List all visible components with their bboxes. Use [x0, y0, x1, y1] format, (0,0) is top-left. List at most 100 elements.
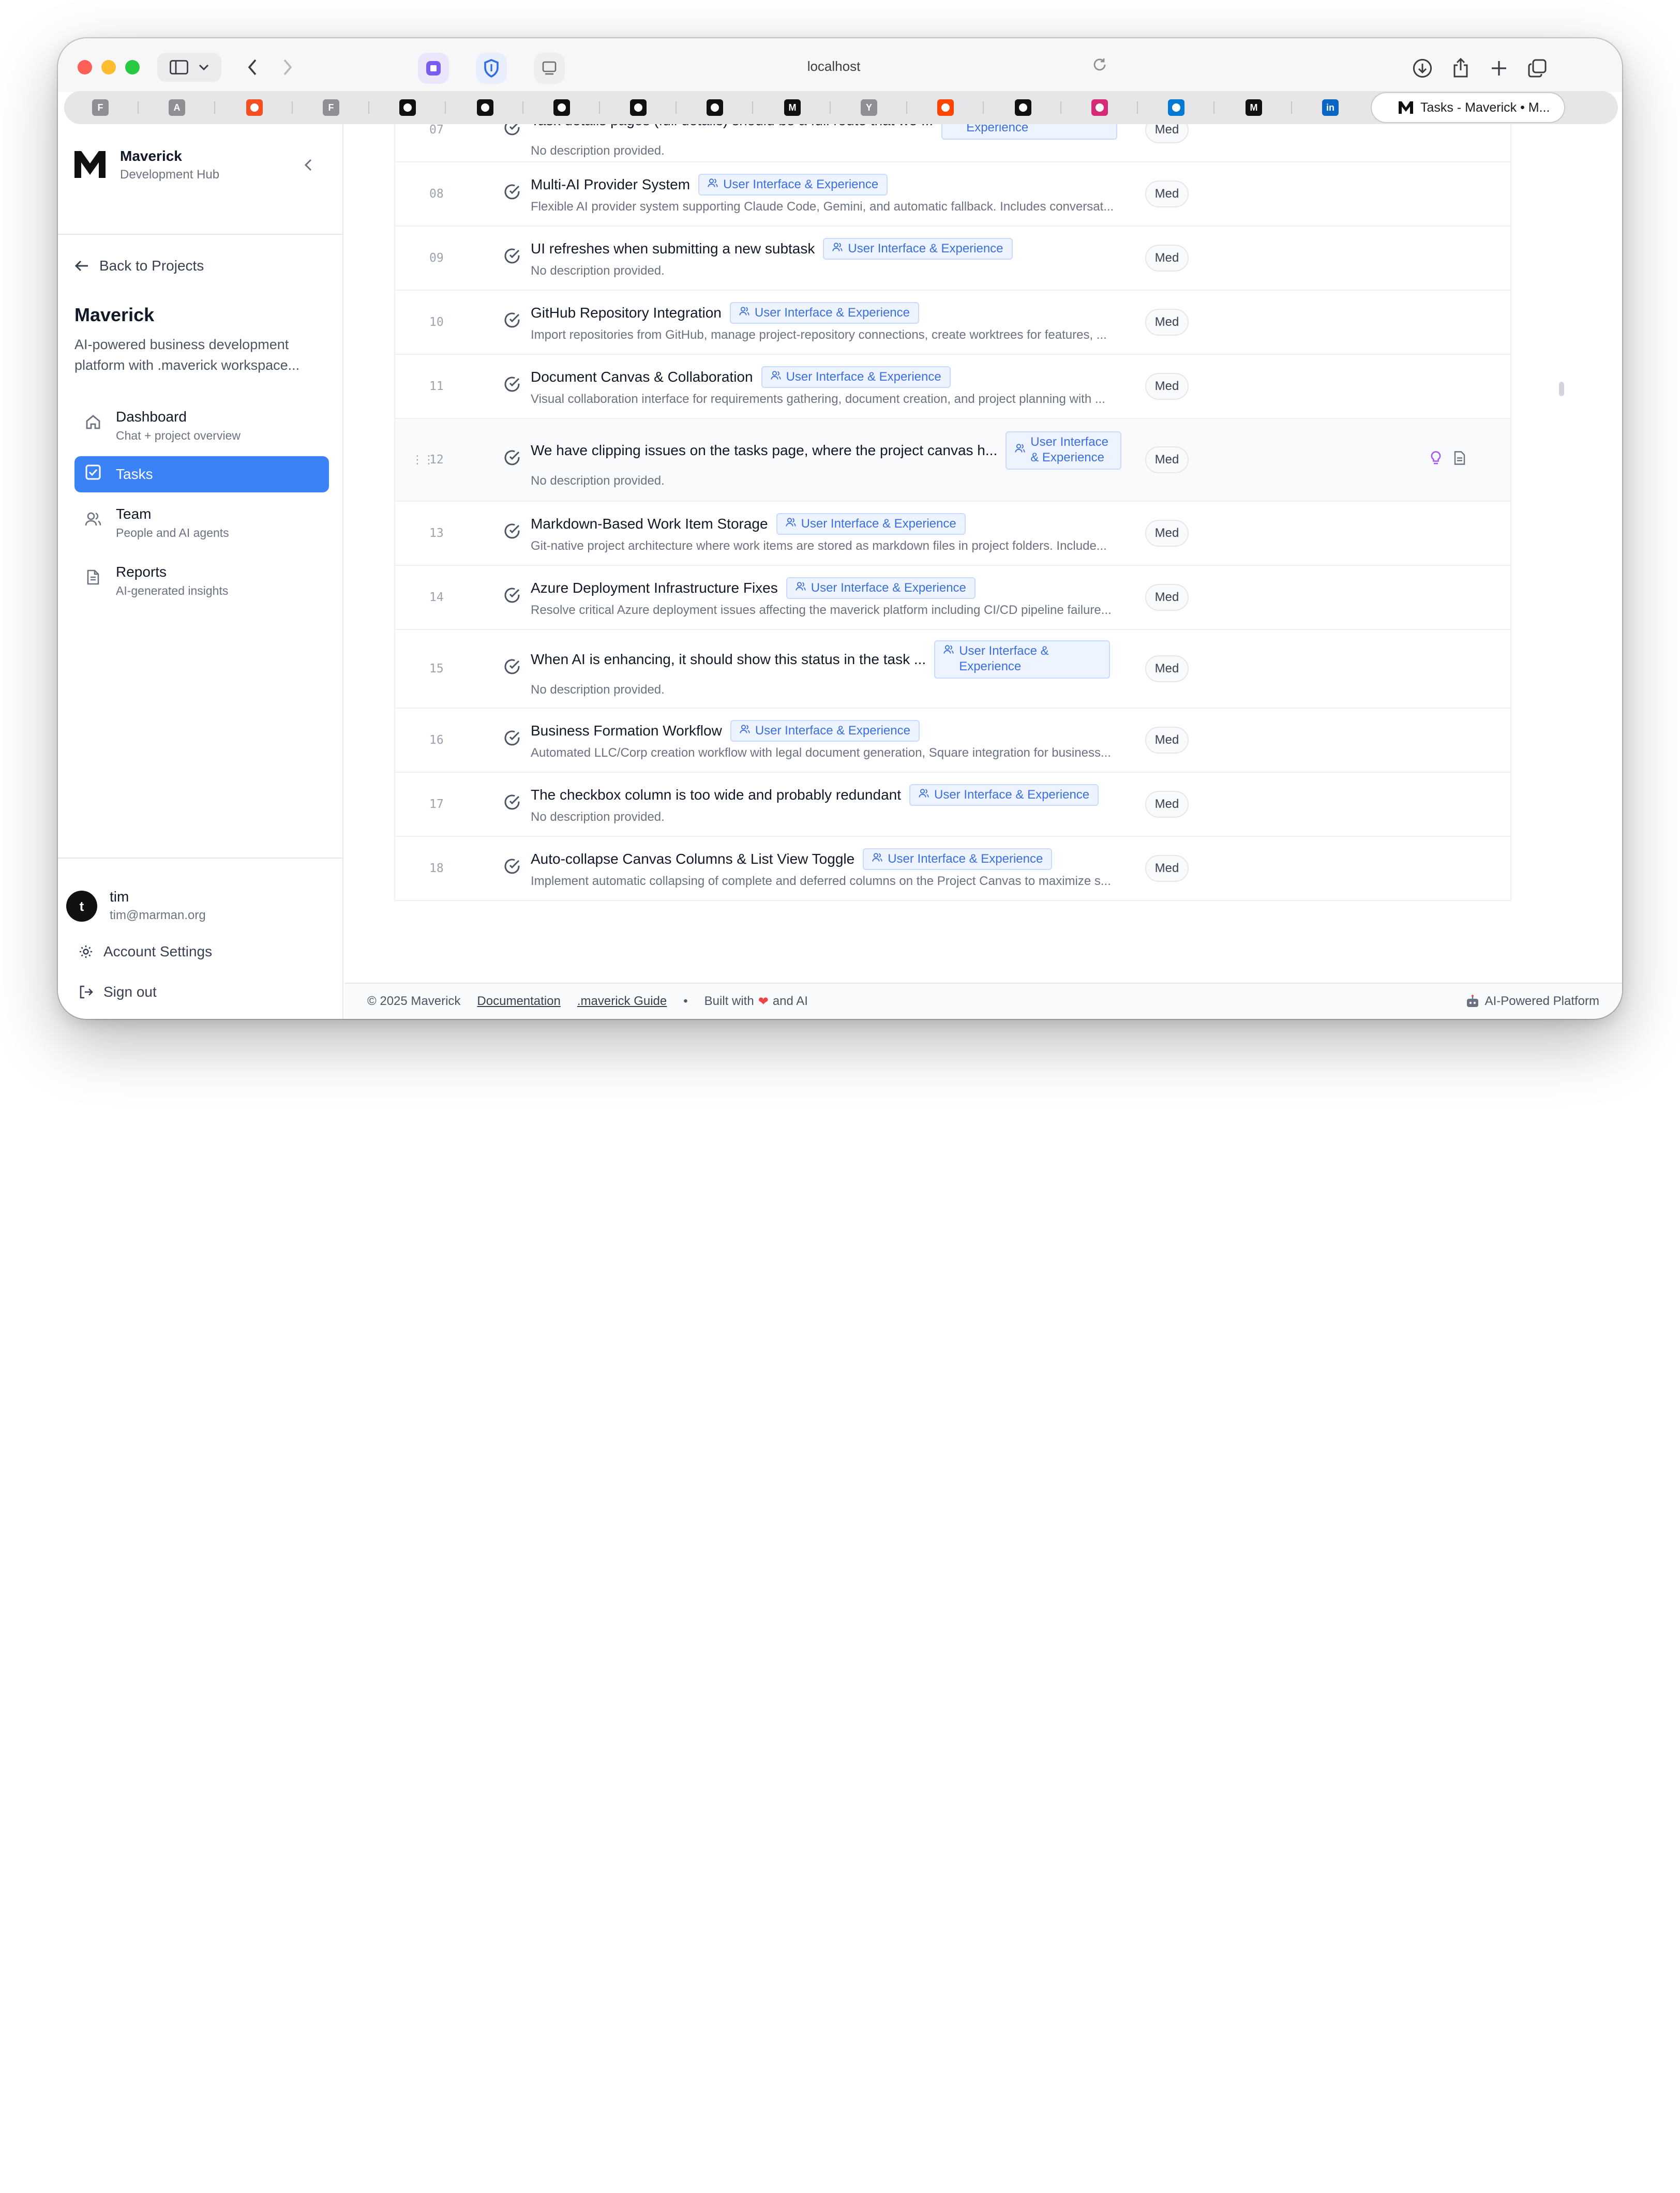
task-row[interactable]: 10 GitHub Repository Integration User Inte… — [395, 291, 1510, 355]
tab-overview-button[interactable] — [1522, 53, 1553, 84]
nav-item-dashboard[interactable]: Dashboard Chat + project overview — [74, 399, 329, 453]
status-check-icon[interactable] — [504, 376, 520, 397]
task-row[interactable]: ⋮⋮ 12 We have clipping issues on the tasks… — [395, 419, 1510, 502]
task-row[interactable]: 18 Auto-collapse Canvas Columns & List Vi… — [395, 837, 1510, 901]
pinned-tab-2[interactable]: A — [169, 99, 185, 116]
password-manager-button[interactable] — [476, 53, 507, 84]
pinned-tab-7[interactable] — [553, 99, 570, 116]
status-check-icon[interactable] — [504, 312, 520, 333]
task-row[interactable]: 07 Task details pages (full details) shou… — [395, 124, 1510, 162]
category-tag[interactable]: User Interface & Experience — [934, 640, 1111, 679]
category-tag[interactable]: User Interface & Experience — [730, 720, 920, 742]
pinned-tab-12[interactable] — [937, 99, 954, 116]
back-button[interactable] — [238, 53, 267, 82]
task-row[interactable]: 08 Multi-AI Provider System User Interface… — [395, 162, 1510, 227]
category-tag[interactable]: User Interface & Experience — [823, 238, 1013, 260]
maverick-guide-link[interactable]: .maverick Guide — [577, 994, 667, 1009]
task-row[interactable]: 14 Azure Deployment Infrastructure Fixes U… — [395, 566, 1510, 630]
documentation-link[interactable]: Documentation — [477, 994, 560, 1009]
scrollbar[interactable] — [1559, 382, 1564, 396]
category-tag[interactable]: User Interface & Experience — [776, 513, 966, 535]
pinned-tab-15[interactable] — [1168, 99, 1184, 116]
reader-button[interactable] — [534, 53, 565, 84]
category-tag[interactable]: User Interface & Experience — [941, 124, 1118, 140]
task-title[interactable]: Task details pages (full details) should… — [531, 124, 933, 129]
task-title[interactable]: Azure Deployment Infrastructure Fixes — [531, 580, 778, 596]
pinned-tab-13[interactable] — [1015, 99, 1031, 116]
priority-badge[interactable]: Med — [1145, 124, 1189, 143]
status-check-icon[interactable] — [504, 184, 520, 204]
task-row[interactable]: 09 UI refreshes when submitting a new sub… — [395, 227, 1510, 291]
task-row[interactable]: 13 Markdown-Based Work Item Storage User I… — [395, 502, 1510, 566]
category-tag[interactable]: User Interface & Experience — [863, 848, 1053, 870]
sidebar-toggle-button[interactable] — [157, 53, 221, 82]
category-tag[interactable]: User Interface & Experience — [761, 366, 951, 388]
status-check-icon[interactable] — [504, 794, 520, 815]
tab-tasks-maverick[interactable]: Tasks - Maverick • M... — [1372, 93, 1564, 122]
task-row[interactable]: 11 Document Canvas & Collaboration User In… — [395, 355, 1510, 419]
priority-badge[interactable]: Med — [1145, 373, 1189, 400]
extension-button[interactable] — [418, 53, 449, 84]
category-tag[interactable]: User Interface & Experience — [909, 784, 1099, 806]
task-title[interactable]: Markdown-Based Work Item Storage — [531, 516, 768, 532]
pinned-tab-17[interactable]: in — [1322, 99, 1339, 116]
status-check-icon[interactable] — [504, 248, 520, 268]
back-to-projects-link[interactable]: Back to Projects — [74, 258, 204, 274]
category-tag[interactable]: User Interface & Experience — [1006, 431, 1122, 470]
lightbulb-icon[interactable] — [1430, 450, 1442, 470]
task-title[interactable]: We have clipping issues on the tasks pag… — [531, 442, 997, 459]
pinned-tab-5[interactable] — [399, 99, 416, 116]
share-button[interactable] — [1445, 53, 1476, 84]
downloads-button[interactable] — [1407, 53, 1438, 84]
close-window-button[interactable] — [78, 60, 92, 74]
account-settings-link[interactable]: Account Settings — [79, 943, 212, 960]
reload-icon[interactable] — [1092, 57, 1107, 76]
minimize-window-button[interactable] — [101, 60, 116, 74]
pinned-tab-10[interactable]: M — [784, 99, 801, 116]
status-check-icon[interactable] — [504, 858, 520, 879]
task-row[interactable]: 16 Business Formation Workflow User Interf… — [395, 709, 1510, 773]
task-title[interactable]: When AI is enhancing, it should show thi… — [531, 651, 926, 668]
priority-badge[interactable]: Med — [1145, 791, 1189, 818]
status-check-icon[interactable] — [504, 523, 520, 544]
priority-badge[interactable]: Med — [1145, 181, 1189, 207]
forward-button[interactable] — [273, 53, 302, 82]
pinned-tab-14[interactable] — [1091, 99, 1108, 116]
nav-item-reports[interactable]: Reports AI-generated insights — [74, 554, 329, 608]
pinned-tab-11[interactable]: Y — [861, 99, 877, 116]
category-tag[interactable]: User Interface & Experience — [729, 302, 919, 324]
zoom-window-button[interactable] — [125, 60, 140, 74]
task-title[interactable]: Auto-collapse Canvas Columns & List View… — [531, 851, 854, 867]
pinned-tab-16[interactable]: M — [1246, 99, 1262, 116]
task-title[interactable]: Business Formation Workflow — [531, 723, 722, 739]
status-check-icon[interactable] — [504, 730, 520, 750]
status-check-icon[interactable] — [504, 587, 520, 608]
collapse-sidebar-icon[interactable] — [304, 156, 312, 175]
category-tag[interactable]: User Interface & Experience — [698, 174, 888, 196]
priority-badge[interactable]: Med — [1145, 520, 1189, 547]
nav-item-tasks[interactable]: Tasks — [74, 456, 329, 492]
category-tag[interactable]: User Interface & Experience — [786, 577, 976, 599]
pinned-tab-1[interactable]: F — [92, 99, 109, 116]
priority-badge[interactable]: Med — [1145, 727, 1189, 754]
status-check-icon[interactable] — [504, 449, 520, 470]
new-tab-button[interactable] — [1483, 53, 1514, 84]
task-title[interactable]: The checkbox column is too wide and prob… — [531, 787, 901, 803]
document-icon[interactable] — [1453, 450, 1466, 470]
pinned-tab-6[interactable] — [477, 99, 493, 116]
sign-out-link[interactable]: Sign out — [79, 984, 157, 1000]
priority-badge[interactable]: Med — [1145, 584, 1189, 611]
priority-badge[interactable]: Med — [1145, 245, 1189, 272]
pinned-tab-4[interactable]: F — [323, 99, 339, 116]
priority-badge[interactable]: Med — [1145, 855, 1189, 882]
pinned-tab-9[interactable] — [707, 99, 723, 116]
task-title[interactable]: Multi-AI Provider System — [531, 176, 690, 193]
task-row[interactable]: 15 When AI is enhancing, it should show t… — [395, 630, 1510, 709]
priority-badge[interactable]: Med — [1145, 309, 1189, 336]
task-title[interactable]: GitHub Repository Integration — [531, 305, 722, 321]
task-row[interactable]: 17 The checkbox column is too wide and pr… — [395, 773, 1510, 837]
task-title[interactable]: UI refreshes when submitting a new subta… — [531, 241, 815, 257]
brand[interactable]: Maverick Development Hub — [74, 147, 219, 184]
user-profile[interactable]: t tim tim@marman.org — [66, 888, 206, 925]
pinned-tab-8[interactable] — [630, 99, 647, 116]
